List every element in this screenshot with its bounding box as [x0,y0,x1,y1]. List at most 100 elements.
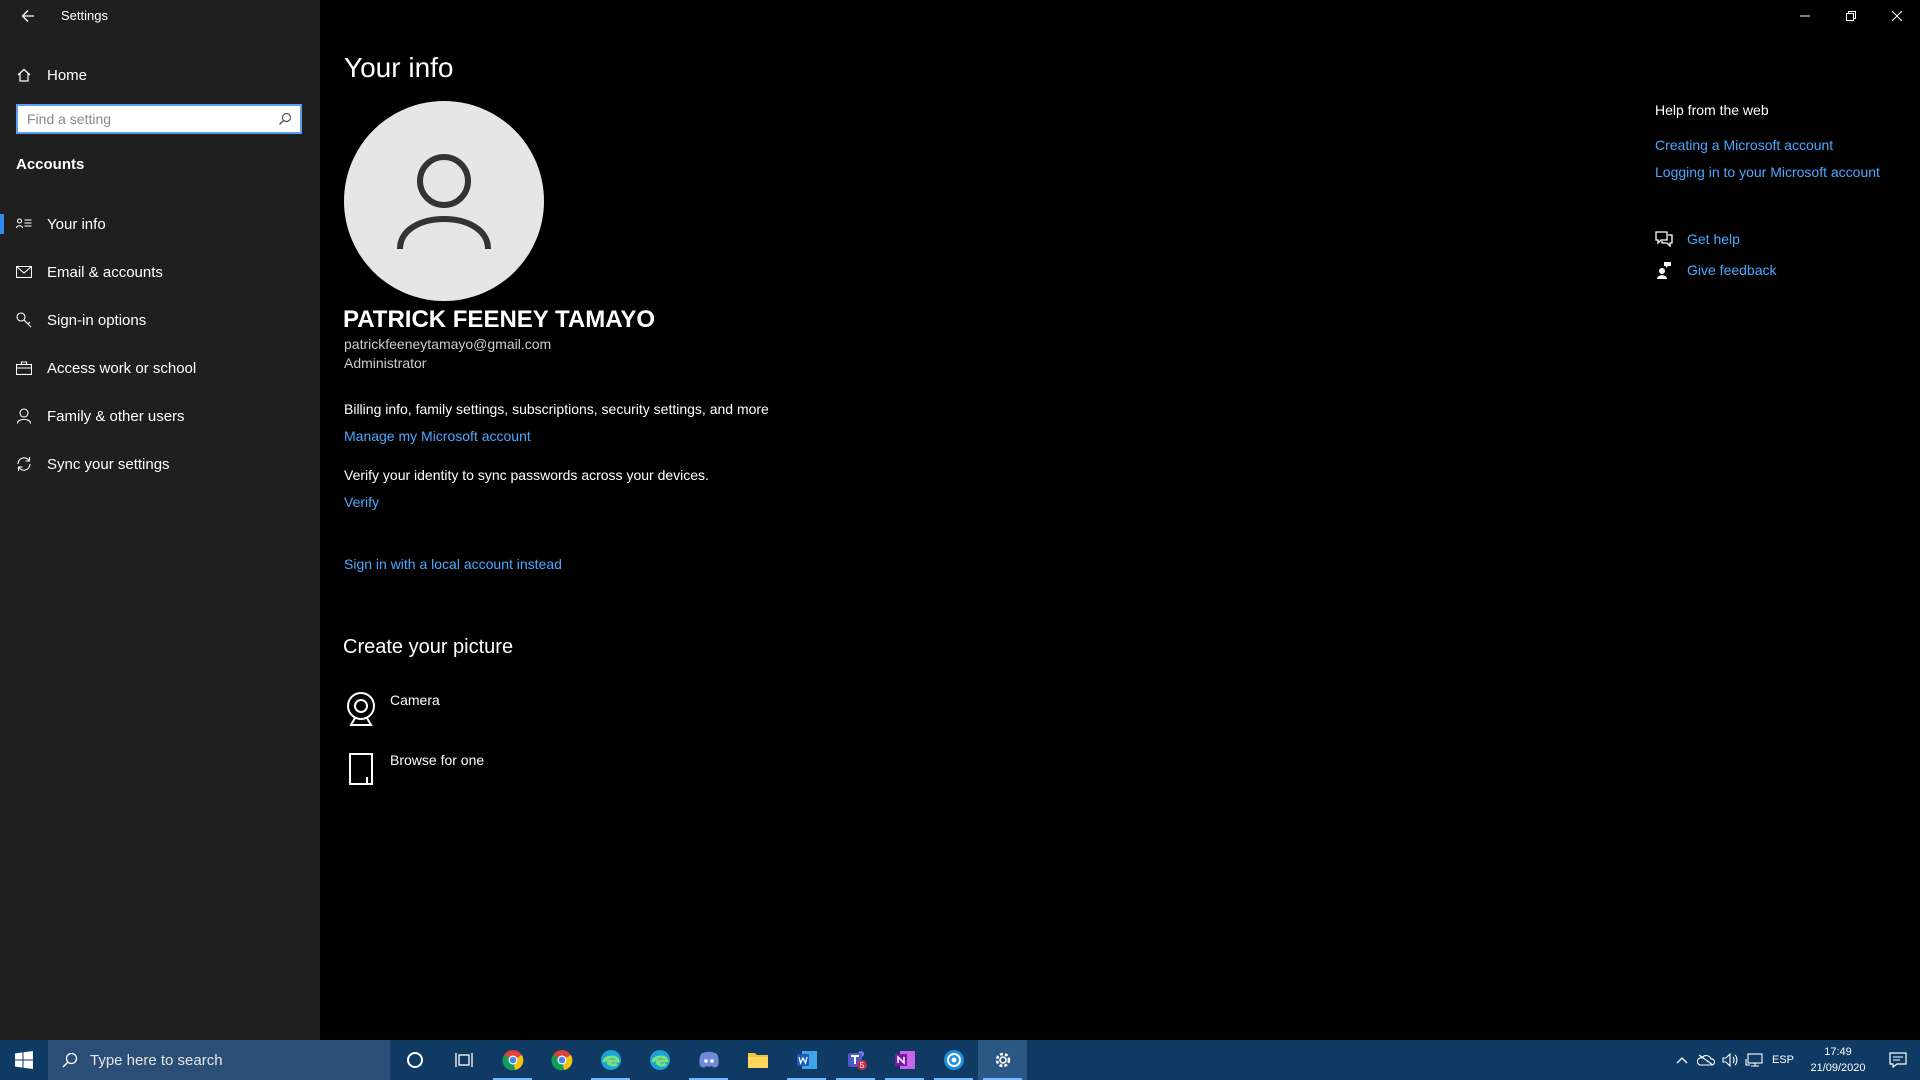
chevron-up-icon [1676,1057,1688,1064]
back-arrow-icon [21,10,34,22]
window-title: Settings [61,8,108,23]
settings-icon [995,1052,1010,1068]
nav-label: Your info [47,215,106,233]
taskbar-app-chrome-2[interactable] [537,1040,586,1080]
onedrive-offline-icon [1697,1054,1715,1066]
close-icon [1892,11,1902,21]
user-silhouette-icon [397,154,491,250]
browse-option[interactable]: Browse for one [344,751,484,791]
teams-badge: 5 [859,1061,864,1070]
start-button[interactable] [0,1040,48,1080]
back-button[interactable] [12,4,44,28]
system-tray: ESP 17:49 21/09/2020 [1670,1040,1920,1080]
network-button[interactable] [1742,1040,1766,1080]
verify-link[interactable]: Verify [344,494,379,510]
file-explorer-icon [747,1053,768,1068]
taskbar-app-edge-1[interactable] [586,1040,635,1080]
section-title-accounts: Accounts [16,156,85,173]
give-feedback-row[interactable]: Give feedback [1655,261,1777,279]
taskbar: Type here to search 5 ESP 17:49 21/09/20… [0,1040,1920,1080]
edge-icon [649,1050,670,1070]
onenote-icon [894,1051,915,1069]
uplay-icon [943,1050,964,1070]
home-icon [17,68,31,82]
help-link-creating-account[interactable]: Creating a Microsoft account [1655,137,1833,153]
restore-icon [1846,11,1856,21]
camera-option[interactable]: Camera [344,691,440,731]
user-name: PATRICK FEENEY TAMAYO [343,306,656,333]
home-nav[interactable]: Home [16,60,87,90]
taskbar-search-box[interactable]: Type here to search [48,1040,390,1080]
mail-icon [16,264,32,280]
get-help-link[interactable]: Get help [1687,231,1740,247]
nav-item-email-accounts[interactable]: Email & accounts [0,248,320,296]
settings-window: Settings Home Accounts Your info Email &… [0,0,1920,1040]
nav-label: Sign-in options [47,311,147,329]
create-picture-heading: Create your picture [343,636,514,658]
nav-item-family-other-users[interactable]: Family & other users [0,392,320,440]
taskbar-app-discord[interactable] [684,1040,733,1080]
show-hidden-icons-button[interactable] [1670,1040,1694,1080]
camera-label: Camera [390,692,440,708]
chrome-icon [550,1050,572,1071]
sync-icon [16,456,32,472]
nav-label: Family & other users [47,407,185,425]
taskbar-app-onenote[interactable] [880,1040,929,1080]
search-input[interactable] [18,106,269,132]
nav-item-access-work-school[interactable]: Access work or school [0,344,320,392]
search-icon[interactable] [278,112,292,126]
settings-search-box[interactable] [16,104,302,134]
verify-description: Verify your identity to sync passwords a… [344,467,709,483]
taskbar-app-uplay[interactable] [929,1040,978,1080]
nav-item-your-info[interactable]: Your info [0,200,320,248]
word-icon [796,1051,817,1069]
nav-label: Sync your settings [47,455,170,473]
nav-label: Email & accounts [47,263,163,281]
clock[interactable]: 17:49 21/09/2020 [1800,1044,1876,1076]
manage-account-link[interactable]: Manage my Microsoft account [344,428,531,444]
discord-icon [698,1051,719,1068]
taskbar-app-file-explorer[interactable] [733,1040,782,1080]
local-account-link[interactable]: Sign in with a local account instead [344,556,562,572]
nav-item-sign-in-options[interactable]: Sign-in options [0,296,320,344]
help-link-logging-in[interactable]: Logging in to your Microsoft account [1655,164,1880,180]
billing-description: Billing info, family settings, subscript… [344,401,769,417]
nav-label: Access work or school [47,359,197,377]
taskbar-search-placeholder: Type here to search [90,1051,223,1069]
teams-icon: 5 [847,1051,867,1070]
taskbar-app-settings[interactable] [978,1040,1027,1080]
taskbar-app-word[interactable] [782,1040,831,1080]
cortana-icon [406,1052,423,1068]
restore-button[interactable] [1828,0,1874,32]
task-view-button[interactable] [439,1040,488,1080]
clock-time: 17:49 [1824,1046,1852,1058]
nav-item-sync-settings[interactable]: Sync your settings [0,440,320,488]
taskbar-app-teams[interactable]: 5 [831,1040,880,1080]
minimize-button[interactable] [1782,0,1828,32]
key-icon [16,312,32,328]
task-view-icon [454,1053,473,1067]
get-help-row[interactable]: Get help [1655,230,1740,248]
search-icon [62,1052,78,1068]
cortana-button[interactable] [390,1040,439,1080]
onedrive-button[interactable] [1694,1040,1718,1080]
person-icon [16,408,32,424]
briefcase-icon [16,360,32,376]
action-center-button[interactable] [1876,1040,1920,1080]
avatar [344,101,544,301]
edge-icon [600,1050,621,1070]
chrome-icon [501,1050,523,1071]
taskbar-app-edge-2[interactable] [635,1040,684,1080]
close-button[interactable] [1874,0,1920,32]
input-language[interactable]: ESP [1766,1054,1800,1066]
windows-logo-icon [15,1051,33,1069]
your-info-icon [16,216,32,232]
taskbar-app-chrome-1[interactable] [488,1040,537,1080]
user-email: patrickfeeneytamayo@gmail.com [344,336,552,352]
volume-button[interactable] [1718,1040,1742,1080]
give-feedback-link[interactable]: Give feedback [1687,262,1777,278]
get-help-icon [1655,230,1673,248]
browse-label: Browse for one [390,752,485,768]
accounts-nav: Your info Email & accounts Sign-in optio… [0,200,320,488]
notification-icon [1889,1052,1907,1068]
